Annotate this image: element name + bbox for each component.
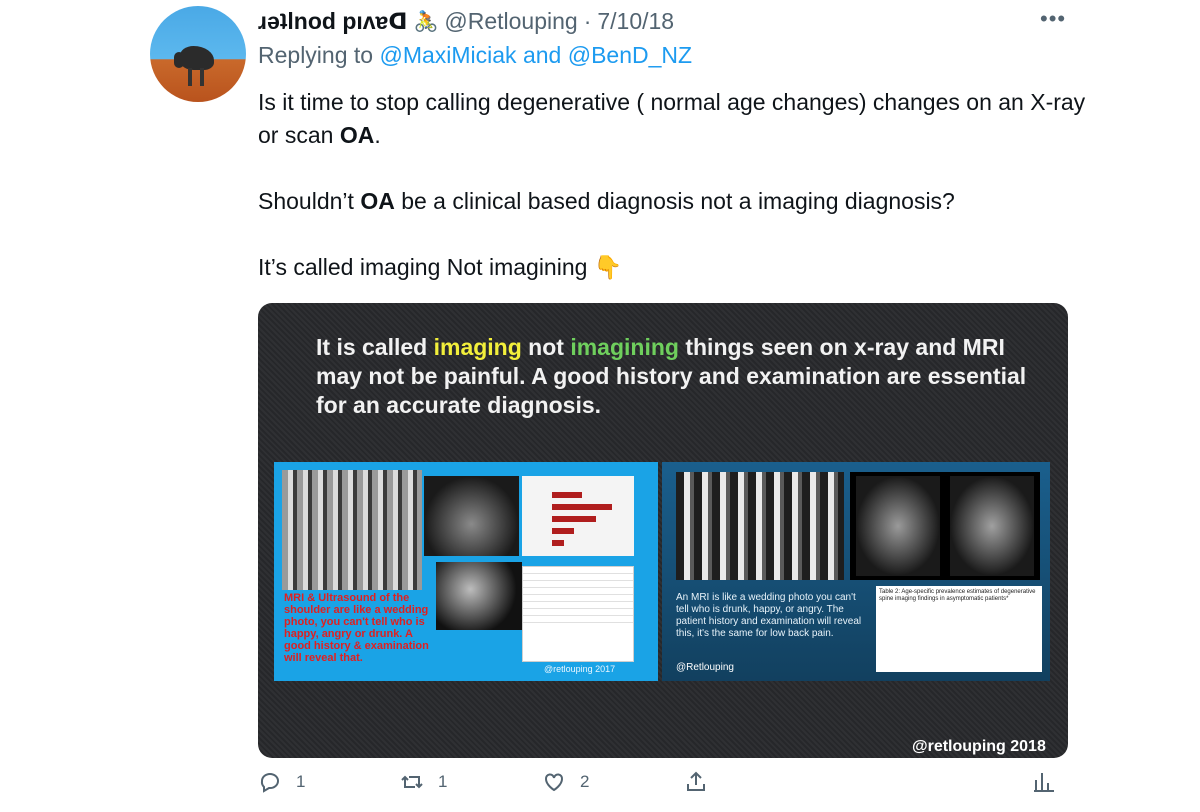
right-credit: @Retlouping	[676, 662, 734, 673]
chart-bar	[552, 504, 612, 510]
mri-findings-table	[522, 566, 634, 662]
table-row	[523, 616, 633, 623]
table-row	[523, 609, 633, 616]
tweet-bold-text: OA	[360, 188, 395, 214]
avatar-bird-leg	[200, 68, 204, 86]
tweet-media-image[interactable]: It is called imaging not imagining thing…	[258, 303, 1068, 758]
tweet-paragraph-1: Is it time to stop calling degenerative …	[258, 86, 1088, 152]
left-credit: @retlouping 2017	[544, 664, 616, 674]
table-row	[523, 574, 633, 581]
tweet-body: Is it time to stop calling degenerative …	[258, 86, 1088, 284]
slide-title-text: not	[521, 334, 571, 360]
ultrasound-findings-chart	[522, 476, 634, 556]
slide-highlight-imagining: imagining	[570, 334, 679, 360]
author-display-name[interactable]: ɹǝʇlnod pıʌɐᗡ	[258, 8, 407, 35]
analytics-button[interactable]	[1032, 770, 1070, 794]
heart-icon	[545, 773, 563, 792]
tweet-paragraph-3: It’s called imaging Not imagining 👇	[258, 251, 1088, 284]
tweet-text: .	[374, 122, 381, 148]
table-row	[523, 567, 633, 574]
like-button[interactable]: 2	[542, 770, 589, 794]
reply-icon	[260, 773, 279, 793]
table-row	[523, 581, 633, 588]
chart-bar	[552, 540, 564, 546]
retweet-button[interactable]: 1	[400, 770, 447, 794]
prevalence-table-title: Table 2: Age-specific prevalence estimat…	[879, 589, 1036, 602]
prevalence-table: Table 2: Age-specific prevalence estimat…	[876, 586, 1042, 672]
wedding-crowd-photo	[282, 470, 422, 590]
avatar[interactable]	[150, 6, 246, 102]
reply-button[interactable]: 1	[258, 770, 305, 794]
spine-mri-images	[850, 472, 1040, 580]
more-options-icon[interactable]: •••	[1040, 6, 1066, 32]
wedding-party-photo	[676, 472, 844, 580]
chart-bar	[552, 528, 574, 534]
analytics-icon	[1034, 773, 1054, 792]
tweet-date[interactable]: 7/10/18	[597, 8, 674, 35]
tweet-actions: 1 1 2	[258, 770, 1058, 802]
replying-to: Replying to @MaxiMiciak and @BenD_NZ	[258, 42, 692, 69]
share-icon	[687, 771, 705, 791]
like-count: 2	[580, 772, 590, 791]
tweet-text: Is it time to stop calling degenerative …	[258, 89, 1086, 148]
spine-mri-image	[950, 476, 1034, 576]
reply-mention-and: and	[522, 42, 562, 68]
slide-title-text: It is called	[316, 334, 434, 360]
avatar-bird	[180, 46, 214, 70]
chart-bar	[552, 492, 582, 498]
reply-count: 1	[296, 772, 306, 791]
table-row	[523, 595, 633, 602]
table-row	[523, 588, 633, 595]
slide-highlight-imaging: imaging	[433, 334, 522, 360]
replying-prefix: Replying to	[258, 42, 374, 68]
spine-caption: An MRI is like a wedding photo you can't…	[676, 592, 862, 639]
shoulder-caption: MRI & Ultrasound of the shoulder are lik…	[284, 592, 429, 664]
pointing-down-emoji: 👇	[593, 254, 623, 280]
tweet-text: be a clinical based diagnosis not a imag…	[394, 188, 955, 214]
author-handle[interactable]: @Retlouping	[444, 8, 577, 35]
bicycle-emoji: 🚴	[413, 10, 439, 33]
retweet-icon	[401, 775, 423, 789]
header-separator: ·	[583, 7, 592, 34]
ultrasound-image	[424, 476, 519, 556]
reply-mention-2[interactable]: @BenD_NZ	[568, 42, 692, 68]
table-row	[523, 602, 633, 609]
chart-bar	[552, 516, 596, 522]
tweet-text: It’s called imaging Not imagining	[258, 254, 594, 280]
slide-watermark: @retlouping 2018	[912, 738, 1046, 755]
spine-mri-image	[856, 476, 940, 576]
shoulder-slide-panel: MRI & Ultrasound of the shoulder are lik…	[274, 462, 658, 681]
reply-mention-1[interactable]: @MaxiMiciak	[379, 42, 516, 68]
tweet-text: Shouldn’t	[258, 188, 361, 214]
slide-title: It is called imaging not imagining thing…	[316, 333, 1036, 420]
tweet-paragraph-2: Shouldn’t OA be a clinical based diagnos…	[258, 185, 1088, 218]
spine-slide-panel: An MRI is like a wedding photo you can't…	[662, 462, 1050, 681]
retweet-count: 1	[438, 772, 448, 791]
tweet-bold-text: OA	[339, 122, 375, 148]
share-button[interactable]	[684, 770, 722, 794]
avatar-bird-leg	[188, 68, 192, 86]
shoulder-mri-image	[436, 562, 522, 630]
